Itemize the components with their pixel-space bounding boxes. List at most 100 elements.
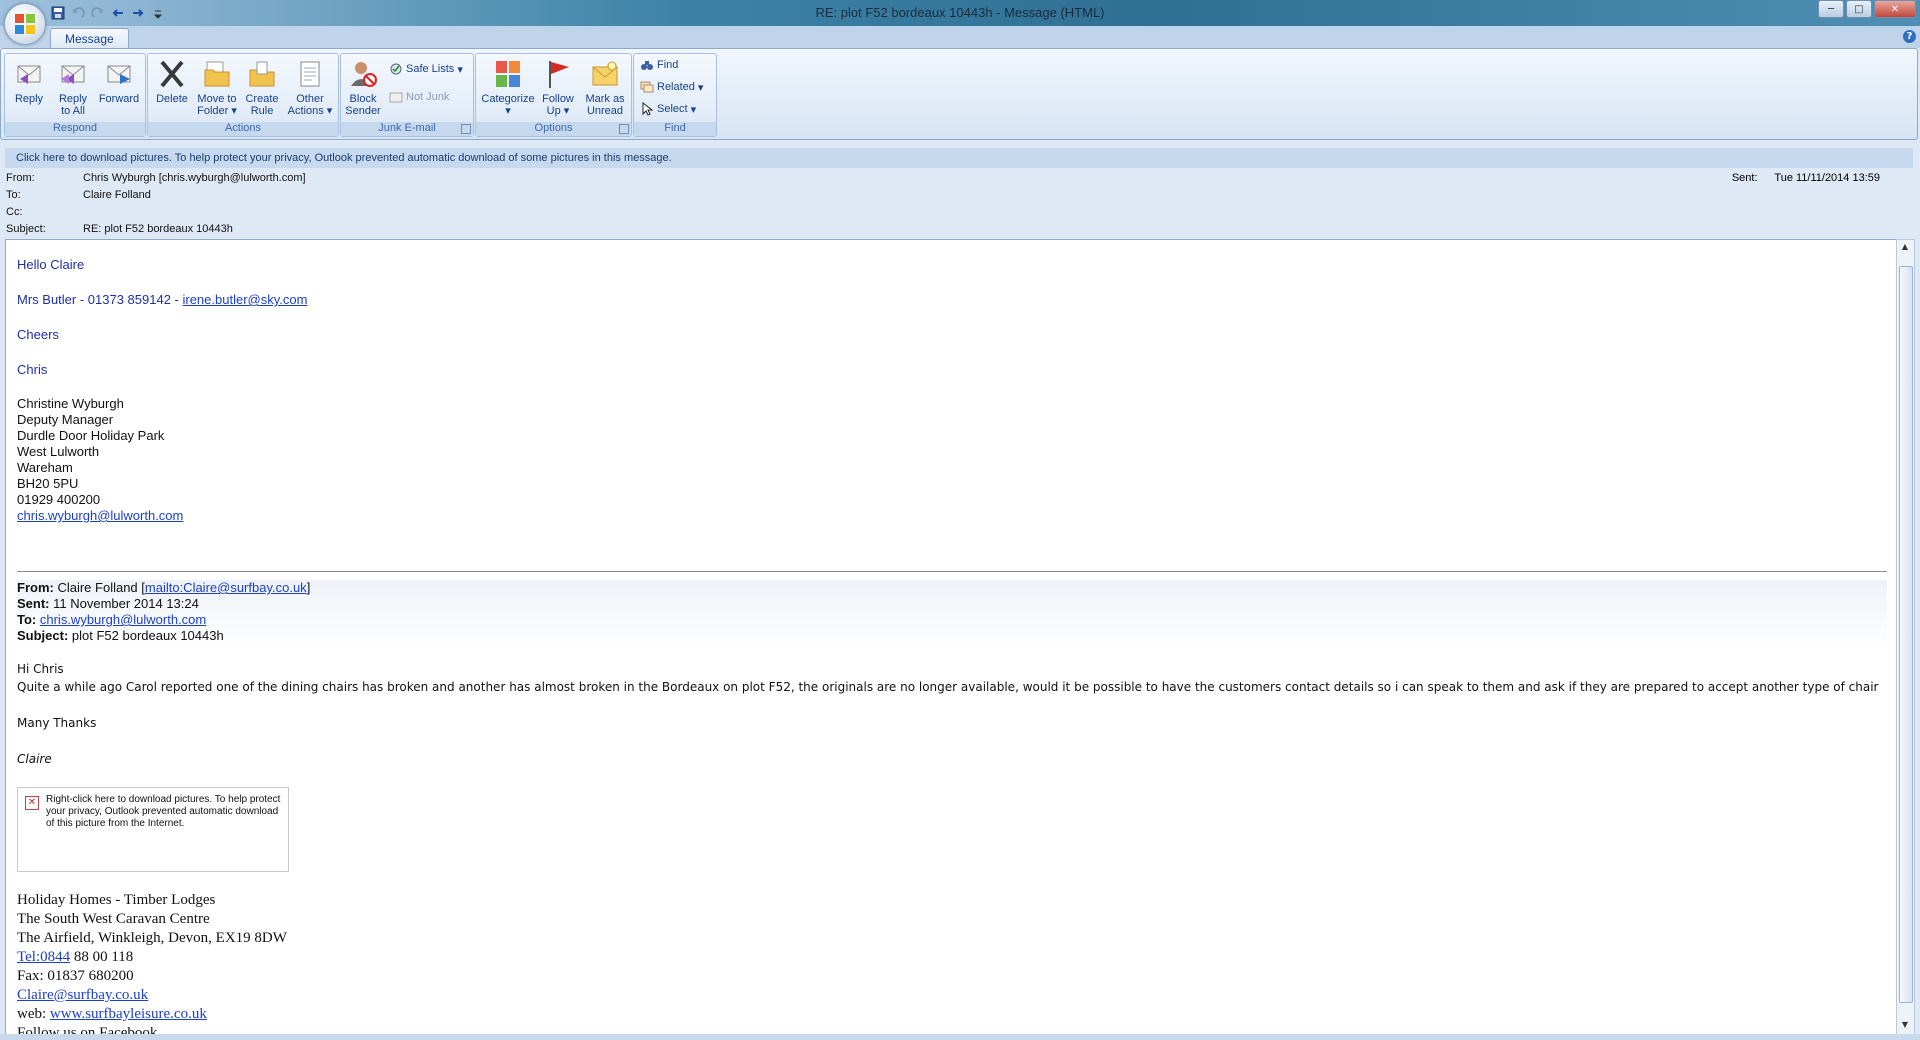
forward-button[interactable]: Forward (97, 56, 141, 105)
from-label: From: (6, 172, 35, 184)
tab-message[interactable]: Message (50, 28, 129, 49)
scroll-up-arrow-icon[interactable]: ▲ (1900, 242, 1910, 252)
next-item-icon[interactable] (130, 5, 146, 21)
quick-access-toolbar (50, 3, 166, 23)
select-cursor-icon (642, 102, 654, 116)
group-junk-email: Block Sender Safe Lists ▾ Not Junk Junk E… (340, 53, 474, 137)
company-signature: Holiday Homes - Timber Lodges The South … (17, 891, 287, 1034)
greeting: Hello Claire (17, 257, 85, 272)
reply-all-icon (61, 65, 85, 84)
group-find: Find Related ▾ Select ▾ Find (633, 53, 717, 137)
from-value[interactable]: Chris Wyburgh [chris.wyburgh@lulworth.co… (83, 172, 306, 184)
find-button[interactable]: Find (640, 56, 678, 74)
options-dialog-launcher-icon[interactable] (619, 124, 629, 134)
company-line: Holiday Homes - Timber Lodges (17, 892, 216, 908)
quote-divider (17, 571, 1887, 572)
sent-label: Sent: (1731, 172, 1758, 184)
company-line: The Airfield, Winkleigh, Devon, EX19 8DW (17, 930, 287, 946)
mark-as-unread-button[interactable]: Mark as Unread (582, 56, 628, 117)
signature-line: BH20 5PU (17, 476, 79, 491)
help-icon[interactable]: ? (1903, 30, 1916, 43)
header-sent: Sent: Tue 11/11/2014 13:59 (1732, 172, 1880, 184)
quoted-from-row: From: Claire Folland [mailto:Claire@surf… (17, 580, 311, 595)
window-title: RE: plot F52 bordeaux 10443h - Message (… (815, 5, 1105, 20)
other-actions-button[interactable]: Other Actions ▾ (286, 56, 334, 117)
categorize-button[interactable]: Categorize ▾ (480, 56, 536, 117)
not-junk-icon (389, 92, 403, 103)
signature-block: Christine Wyburgh Deputy Manager Durdle … (17, 396, 183, 524)
minimize-button[interactable]: ─ (1818, 0, 1844, 18)
subject-value: RE: plot F52 bordeaux 10443h (83, 223, 233, 235)
blocked-image-text: Right-click here to download pictures. T… (46, 794, 281, 829)
quoted-sign-name: Claire (17, 752, 52, 766)
signature-line: Christine Wyburgh (17, 396, 124, 411)
quoted-to-row: To: chris.wyburgh@lulworth.com (17, 612, 207, 627)
message-body[interactable]: Hello Claire Mrs Butler - 01373 859142 -… (5, 239, 1897, 1035)
tel-link[interactable]: Tel:0844 (17, 949, 70, 965)
signature-email-link[interactable]: chris.wyburgh@lulworth.com (17, 508, 183, 523)
previous-item-icon[interactable] (110, 5, 126, 21)
company-fax: Fax: 01837 680200 (17, 968, 134, 984)
forward-icon (107, 65, 131, 84)
quoted-subject-row: Subject: plot F52 bordeaux 10443h (17, 628, 224, 643)
signature-line: West Lulworth (17, 444, 100, 459)
window-controls: ─ □ ✕ (1818, 0, 1916, 18)
quoted-to-link[interactable]: chris.wyburgh@lulworth.com (40, 612, 206, 627)
sent-value: Tue 11/11/2014 13:59 (1774, 172, 1880, 184)
cc-label: Cc: (6, 206, 23, 218)
save-icon[interactable] (50, 5, 66, 21)
group-label-actions: Actions (148, 122, 338, 136)
ribbon: Reply Reply to All Forward Respond Delet… (0, 48, 1918, 140)
contact-email-link[interactable]: irene.butler@sky.com (182, 292, 307, 307)
safe-lists-icon (390, 63, 402, 75)
group-respond: Reply Reply to All Forward Respond (4, 53, 146, 137)
related-button[interactable]: Related ▾ (640, 78, 703, 96)
scroll-thumb[interactable] (1899, 266, 1913, 1003)
vertical-scrollbar[interactable]: ▲ ▼ (1896, 239, 1915, 1035)
reply-all-button[interactable]: Reply to All (53, 56, 93, 117)
reply-button[interactable]: Reply (9, 56, 49, 105)
group-options: Categorize ▾ Follow Up ▾ Mark as Unread … (475, 53, 632, 137)
quoted-sent-row: Sent: 11 November 2014 13:24 (17, 596, 199, 611)
undo-icon[interactable] (70, 5, 86, 21)
redo-icon[interactable] (90, 5, 106, 21)
group-actions: Delete Move to Folder ▾ Create Rule Othe… (147, 53, 339, 137)
company-email-link[interactable]: Claire@surfbay.co.uk (17, 987, 148, 1003)
company-web-link[interactable]: www.surfbayleisure.co.uk (50, 1006, 207, 1022)
company-line: The South West Caravan Centre (17, 911, 210, 927)
not-junk-button[interactable]: Not Junk (389, 88, 449, 106)
quoted-greeting: Hi Chris (17, 662, 64, 676)
related-icon (640, 81, 654, 93)
quoted-from-link[interactable]: mailto:Claire@surfbay.co.uk (145, 580, 307, 595)
sign-off-name: Chris (17, 362, 48, 377)
contact-text: Mrs Butler - 01373 859142 - (17, 292, 183, 307)
office-button[interactable] (4, 3, 46, 45)
junk-dialog-launcher-icon[interactable] (461, 124, 471, 134)
follow-up-button[interactable]: Follow Up ▾ (538, 56, 578, 117)
many-thanks: Many Thanks (17, 716, 97, 730)
delete-button[interactable]: Delete (152, 56, 192, 105)
group-label-junk: Junk E-mail (341, 122, 473, 136)
cheers: Cheers (17, 327, 59, 342)
group-label-find: Find (634, 122, 716, 136)
block-sender-button[interactable]: Block Sender (343, 56, 383, 117)
maximize-button[interactable]: □ (1846, 0, 1872, 18)
blocked-image-placeholder[interactable]: ✕ Right-click here to download pictures.… (17, 787, 289, 872)
close-button[interactable]: ✕ (1874, 0, 1916, 18)
scroll-down-arrow-icon[interactable]: ▼ (1900, 1020, 1910, 1030)
quoted-message-text: Quite a while ago Carol reported one of … (17, 680, 1879, 694)
ribbon-tab-row: Message ? (0, 26, 1920, 49)
quoted-header: From: Claire Folland [mailto:Claire@surf… (17, 580, 1887, 650)
create-rule-button[interactable]: Create Rule (242, 56, 282, 117)
move-to-folder-button[interactable]: Move to Folder ▾ (194, 56, 240, 117)
download-pictures-infobar[interactable]: Click here to download pictures. To help… (5, 148, 1913, 168)
select-button[interactable]: Select ▾ (640, 100, 696, 118)
signature-line: Deputy Manager (17, 412, 114, 427)
customize-qat-icon[interactable] (150, 5, 166, 21)
signature-line: 01929 400200 (17, 492, 101, 507)
signature-line: Durdle Door Holiday Park (17, 428, 165, 443)
to-value[interactable]: Claire Folland (83, 189, 151, 201)
safe-lists-button[interactable]: Safe Lists ▾ (389, 60, 463, 78)
folder-move-icon (204, 61, 230, 87)
office-logo-icon (15, 14, 35, 34)
